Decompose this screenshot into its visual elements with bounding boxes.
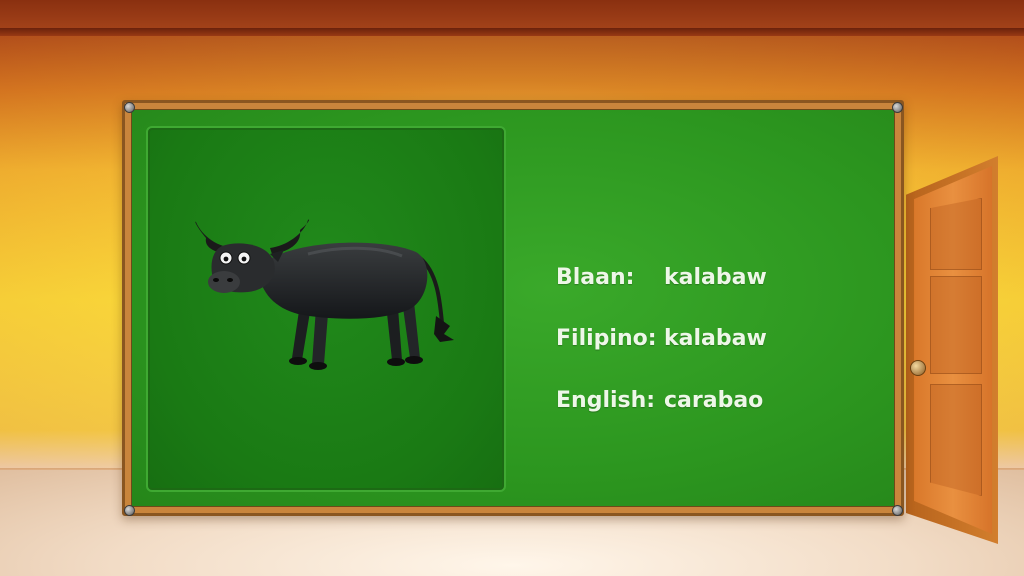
- word-value: carabao: [664, 388, 764, 413]
- language-label: Blaan:: [556, 265, 635, 290]
- door-knob-icon[interactable]: [910, 360, 926, 376]
- vocab-row-blaan: Blaan: kalabaw: [556, 265, 767, 290]
- word-value: kalabaw: [664, 326, 767, 351]
- screw-icon: [124, 102, 135, 113]
- screw-icon: [892, 102, 903, 113]
- screw-icon: [124, 505, 135, 516]
- language-label: English:: [556, 388, 656, 413]
- screw-icon: [892, 505, 903, 516]
- carabao-icon: [195, 219, 454, 370]
- vocab-row-filipino: Filipino: kalabaw: [556, 326, 767, 351]
- language-label: Filipino:: [556, 326, 657, 351]
- word-value: kalabaw: [664, 265, 767, 290]
- door-panel: [930, 276, 982, 374]
- door-panel: [930, 384, 982, 496]
- door-panel: [930, 198, 982, 270]
- vocab-row-english: English: carabao: [556, 388, 763, 413]
- ceiling-trim: [0, 28, 1024, 36]
